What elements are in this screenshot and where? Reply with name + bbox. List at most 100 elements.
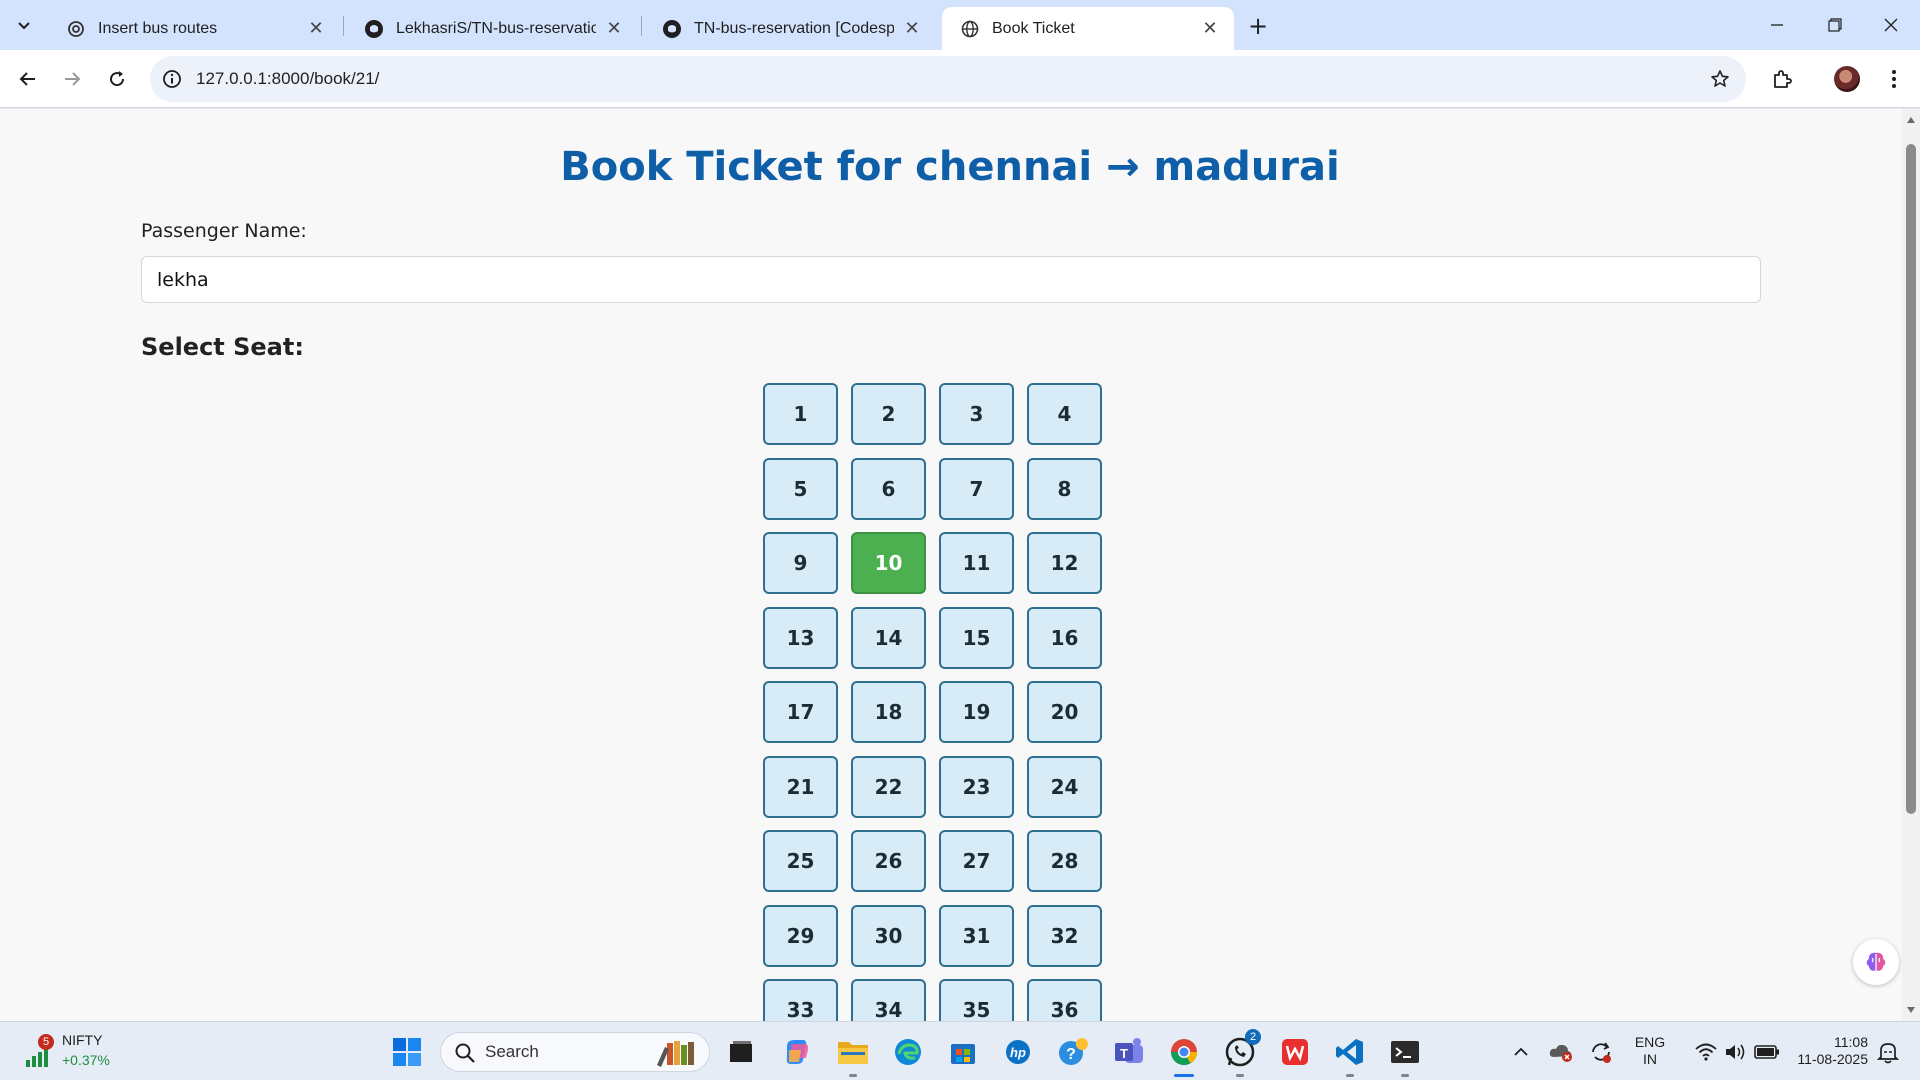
edge-button[interactable]	[889, 1033, 927, 1071]
quick-settings-button[interactable]	[1680, 1033, 1794, 1071]
seat-button[interactable]: 31	[939, 904, 1014, 967]
seat-button[interactable]: 22	[851, 755, 926, 818]
seat-button[interactable]: 8	[1027, 457, 1102, 520]
task-view-button[interactable]	[722, 1033, 760, 1071]
seat-button[interactable]: 27	[939, 830, 1014, 892]
seat-button[interactable]: 16	[1027, 606, 1102, 669]
tab-separator	[641, 16, 642, 36]
seat-button[interactable]: 19	[939, 681, 1014, 743]
page-title: Book Ticket for chennai → madurai	[560, 144, 1340, 190]
onedrive-status-button[interactable]	[1544, 1033, 1578, 1071]
copilot-icon	[786, 1040, 809, 1064]
seat-button[interactable]: 20	[1027, 681, 1102, 743]
chrome-button[interactable]	[1165, 1033, 1203, 1077]
seat-button[interactable]: 32	[1027, 904, 1102, 967]
reload-button[interactable]	[99, 61, 135, 97]
minimize-button[interactable]	[1748, 0, 1806, 50]
file-explorer-button[interactable]	[834, 1033, 872, 1077]
seat-button[interactable]: 14	[851, 606, 926, 669]
seat-button[interactable]: 6	[851, 457, 926, 520]
seat-button[interactable]: 15	[939, 606, 1014, 669]
seat-button[interactable]: 18	[851, 681, 926, 743]
running-indicator	[1401, 1074, 1409, 1077]
passenger-name-input[interactable]	[141, 256, 1761, 303]
microsoft-store-button[interactable]	[944, 1033, 982, 1071]
bookmark-star-icon[interactable]	[1708, 67, 1732, 91]
brain-icon	[1866, 952, 1886, 971]
seat-button[interactable]: 2	[851, 383, 926, 445]
new-tab-button[interactable]: +	[1244, 12, 1272, 40]
seat-button[interactable]: 33	[763, 979, 838, 1021]
seat-button[interactable]: 1	[763, 383, 838, 445]
get-help-button[interactable]: ?	[1054, 1033, 1092, 1071]
seat-button[interactable]: 11	[939, 532, 1014, 594]
seat-button[interactable]: 35	[939, 979, 1014, 1021]
seat-button[interactable]: 9	[763, 532, 838, 594]
show-hidden-icons-button[interactable]	[1504, 1033, 1538, 1071]
seat-button[interactable]: 23	[939, 755, 1014, 818]
forward-button[interactable]	[54, 61, 90, 97]
wps-office-button[interactable]	[1276, 1033, 1314, 1071]
tab-search-button[interactable]	[8, 9, 40, 41]
seat-button[interactable]: 12	[1027, 532, 1102, 594]
close-icon[interactable]: ✕	[604, 18, 624, 39]
seat-button[interactable]: 25	[763, 830, 838, 892]
seat-button[interactable]: 4	[1027, 383, 1102, 445]
seat-button[interactable]: 24	[1027, 755, 1102, 818]
tab-book-ticket[interactable]: Book Ticket ✕	[942, 7, 1234, 50]
vscode-button[interactable]	[1331, 1033, 1369, 1077]
profile-button[interactable]	[1829, 61, 1865, 97]
seat-button[interactable]: 3	[939, 383, 1014, 445]
brain-extension-button[interactable]	[1853, 939, 1899, 985]
scroll-down-icon[interactable]	[1906, 1005, 1916, 1015]
copilot-button[interactable]	[778, 1033, 816, 1071]
teams-button[interactable]: T	[1110, 1033, 1148, 1071]
seat-button[interactable]: 30	[851, 904, 926, 967]
svg-text:?: ?	[1066, 1046, 1076, 1063]
restore-button[interactable]	[1806, 0, 1864, 50]
arrow-left-icon	[19, 72, 35, 86]
close-icon[interactable]: ✕	[1200, 18, 1220, 39]
notifications-button[interactable]	[1872, 1033, 1904, 1071]
windows-taskbar: 5 NIFTY +0.37% Search hp ? T 2 ENG IN 11…	[0, 1021, 1920, 1080]
page-scrollbar[interactable]	[1902, 109, 1920, 1021]
extensions-button[interactable]	[1764, 61, 1800, 97]
tab-strip: Insert bus routes ✕ LekhasriS/TN-bus-res…	[0, 0, 1920, 50]
seat-button[interactable]: 21	[763, 755, 838, 818]
windows-start-button[interactable]	[388, 1033, 426, 1071]
stock-widget[interactable]: 5 NIFTY +0.37%	[20, 1028, 140, 1074]
seat-button[interactable]: 5	[763, 457, 838, 520]
whatsapp-button[interactable]: 2	[1221, 1029, 1261, 1077]
tab-codespaces[interactable]: TN-bus-reservation [Codespaces ✕	[644, 7, 936, 50]
language-indicator[interactable]: ENG IN	[1628, 1034, 1672, 1068]
seat-button[interactable]: 28	[1027, 830, 1102, 892]
reload-icon	[110, 71, 125, 87]
close-icon[interactable]: ✕	[902, 18, 922, 39]
seat-button[interactable]: 17	[763, 681, 838, 743]
tab-insert-bus-routes[interactable]: Insert bus routes ✕	[48, 7, 340, 50]
seat-button[interactable]: 26	[851, 830, 926, 892]
sync-status-button[interactable]	[1584, 1033, 1618, 1071]
seat-button[interactable]: 36	[1027, 979, 1102, 1021]
search-icon	[455, 1043, 475, 1063]
url-text[interactable]: 127.0.0.1:8000/book/21/	[196, 56, 379, 102]
site-info-icon[interactable]	[160, 67, 184, 91]
seat-button-selected[interactable]: 10	[851, 532, 926, 594]
terminal-button[interactable]	[1386, 1033, 1424, 1077]
stock-change: +0.37%	[62, 1052, 110, 1068]
scrollbar-thumb[interactable]	[1906, 144, 1916, 814]
clock[interactable]: 11:08 11-08-2025	[1784, 1034, 1868, 1068]
hp-button[interactable]: hp	[999, 1033, 1037, 1071]
scroll-up-icon[interactable]	[1906, 115, 1916, 125]
seat-button[interactable]: 29	[763, 904, 838, 967]
back-button[interactable]	[10, 61, 46, 97]
address-bar[interactable]: 127.0.0.1:8000/book/21/	[150, 56, 1746, 102]
seat-button[interactable]: 7	[939, 457, 1014, 520]
close-icon[interactable]: ✕	[306, 18, 326, 39]
menu-button[interactable]	[1876, 61, 1912, 97]
close-window-button[interactable]	[1862, 0, 1920, 50]
seat-button[interactable]: 13	[763, 606, 838, 669]
tab-github-repo[interactable]: LekhasriS/TN-bus-reservation ✕	[346, 7, 638, 50]
seat-button[interactable]: 34	[851, 979, 926, 1021]
taskbar-search[interactable]: Search	[440, 1032, 710, 1072]
